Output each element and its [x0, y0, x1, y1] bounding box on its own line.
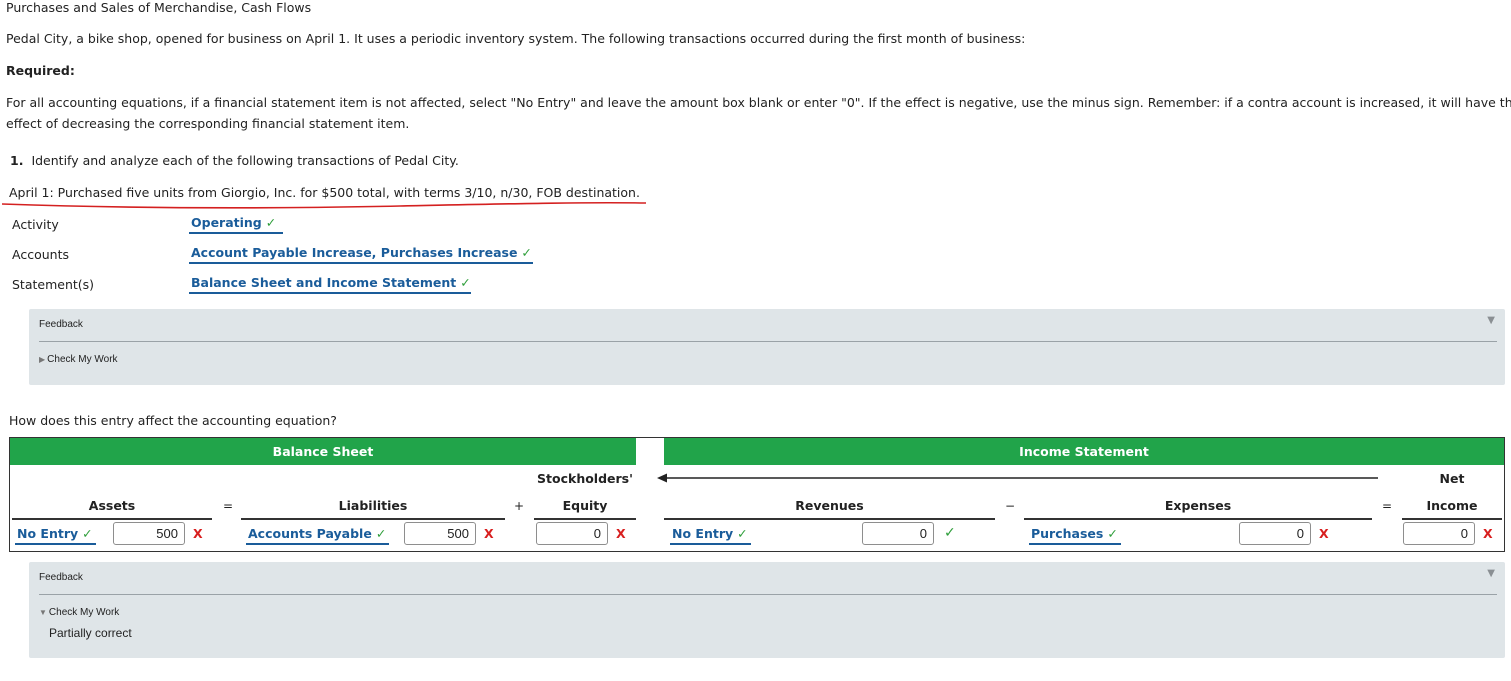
caret-down-icon[interactable]: ▼	[1487, 315, 1495, 326]
statements-select[interactable]: Balance Sheet and Income Statement ✓	[189, 275, 471, 294]
correct-check-icon: ✓	[737, 526, 748, 541]
column-rule	[1024, 518, 1372, 520]
correct-check-icon: ✓	[521, 245, 532, 260]
liabilities-amount-input[interactable]: 500	[404, 522, 476, 545]
column-rule	[664, 518, 995, 520]
equation-question: How does this entry affect the accountin…	[9, 413, 337, 428]
expenses-amount-input[interactable]: 0	[1239, 522, 1311, 545]
minus-sign: −	[1005, 499, 1016, 513]
stockholders-label: Stockholders'	[537, 471, 633, 486]
caret-right-icon: ▶	[39, 355, 46, 364]
question-number: 1.	[10, 153, 24, 168]
plus-sign: +	[514, 499, 525, 513]
net-label: Net	[1439, 471, 1465, 486]
question: 1. Identify and analyze each of the foll…	[10, 153, 459, 168]
instructions-line-2: effect of decreasing the corresponding f…	[6, 116, 410, 131]
correct-check-icon: ✓	[1107, 526, 1118, 541]
feedback-panel-1: Feedback ▼ ▶ Check My Work	[29, 309, 1505, 385]
divider	[39, 341, 1497, 342]
correct-check-icon: ✓	[460, 275, 471, 290]
assets-label: Assets	[88, 498, 136, 513]
assets-amount-input[interactable]: 500	[113, 522, 185, 545]
check-my-work-toggle[interactable]: ▶ Check My Work	[39, 354, 118, 365]
column-rule	[1402, 518, 1502, 520]
question-text: Identify and analyze each of the followi…	[31, 153, 459, 168]
assets-select-value: No Entry	[17, 526, 79, 541]
expenses-select-value: Purchases	[1031, 526, 1104, 541]
incorrect-x-icon: X	[1483, 526, 1493, 541]
check-my-work-label: Check My Work	[47, 354, 118, 365]
revenues-amount-input[interactable]: 0	[862, 522, 934, 545]
page-title: Purchases and Sales of Merchandise, Cash…	[6, 0, 312, 15]
column-rule	[534, 518, 636, 520]
equals-sign: =	[223, 499, 234, 513]
activity-label: Activity	[12, 217, 59, 232]
correct-check-icon: ✓	[265, 215, 277, 230]
check-my-work-toggle[interactable]: ▼ Check My Work	[39, 607, 119, 618]
liabilities-select-value: Accounts Payable	[248, 526, 372, 541]
liabilities-label: Liabilities	[338, 498, 408, 513]
revenues-label: Revenues	[795, 498, 864, 513]
caret-down-icon[interactable]: ▼	[1487, 568, 1495, 579]
intro-text: Pedal City, a bike shop, opened for busi…	[6, 31, 1026, 46]
accounts-select[interactable]: Account Payable Increase, Purchases Incr…	[189, 245, 533, 264]
statements-label: Statement(s)	[12, 277, 95, 292]
equity-amount-input[interactable]: 0	[536, 522, 608, 545]
liabilities-select[interactable]: Accounts Payable ✓	[246, 526, 390, 545]
income-statement-header: Income Statement	[664, 438, 1504, 465]
feedback-title: Feedback	[39, 572, 83, 583]
incorrect-x-icon: X	[193, 526, 203, 541]
assets-select[interactable]: No Entry ✓	[15, 526, 96, 545]
incorrect-x-icon: X	[1319, 526, 1329, 541]
required-label: Required:	[6, 63, 75, 78]
accounts-label: Accounts	[12, 247, 69, 262]
feedback-panel-2: Feedback ▼ ▼ Check My Work Partially corr…	[29, 562, 1505, 658]
equity-label: Equity	[562, 498, 608, 513]
column-rule	[12, 518, 212, 520]
left-arrow-icon	[657, 473, 1378, 483]
correct-check-icon: ✓	[944, 525, 956, 541]
expenses-label: Expenses	[1164, 498, 1232, 513]
revenues-select[interactable]: No Entry ✓	[670, 526, 751, 545]
incorrect-x-icon: X	[616, 526, 626, 541]
balance-sheet-header: Balance Sheet	[10, 438, 636, 465]
statements-value: Balance Sheet and Income Statement	[191, 275, 457, 290]
correct-check-icon: ✓	[375, 526, 387, 541]
check-my-work-label: Check My Work	[48, 607, 120, 618]
revenues-select-value: No Entry	[672, 526, 734, 541]
net-income-amount-input[interactable]: 0	[1403, 522, 1475, 545]
incorrect-x-icon: X	[484, 526, 494, 541]
activity-select[interactable]: Operating ✓	[189, 215, 283, 234]
correct-check-icon: ✓	[82, 526, 93, 541]
instructions-line-1: For all accounting equations, if a finan…	[6, 95, 1511, 110]
accounts-value: Account Payable Increase, Purchases Incr…	[191, 245, 518, 260]
divider	[39, 594, 1497, 595]
red-underline-annotation	[1, 201, 647, 209]
equals-sign: =	[1382, 499, 1393, 513]
expenses-select[interactable]: Purchases ✓	[1029, 526, 1121, 545]
column-rule	[241, 518, 505, 520]
income-label: Income	[1426, 498, 1478, 513]
result-text: Partially correct	[49, 626, 132, 640]
activity-value: Operating	[191, 215, 262, 230]
caret-down-icon: ▼	[39, 608, 47, 617]
feedback-title: Feedback	[39, 319, 83, 330]
